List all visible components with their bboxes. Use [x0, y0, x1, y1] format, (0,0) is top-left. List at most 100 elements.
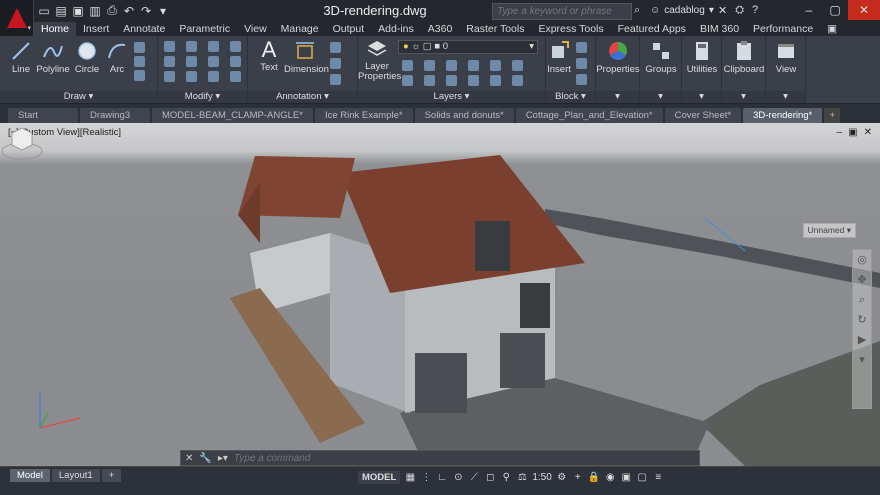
- edit-block-icon[interactable]: [576, 58, 587, 69]
- file-tab-drawing3[interactable]: Drawing3: [80, 108, 150, 123]
- layer-tool-icon[interactable]: [446, 60, 457, 71]
- tab-layout1[interactable]: Layout1: [51, 469, 100, 482]
- osnap-icon[interactable]: ◻: [484, 472, 496, 483]
- layer-tool-icon[interactable]: [490, 60, 501, 71]
- annotation-scale-icon[interactable]: ⚖: [516, 472, 528, 483]
- ortho-icon[interactable]: ∟: [436, 472, 448, 483]
- plot-icon[interactable]: ⎙: [106, 3, 118, 18]
- tab-a360[interactable]: A360: [421, 22, 460, 36]
- layer-tool-icon[interactable]: [490, 75, 501, 86]
- snap-icon[interactable]: ⋮: [420, 472, 432, 483]
- attribute-icon[interactable]: [576, 74, 587, 85]
- view-button[interactable]: View: [766, 40, 806, 75]
- fillet-icon[interactable]: [208, 56, 219, 67]
- customize-chevron-icon[interactable]: ▾: [157, 4, 169, 18]
- tab-insert[interactable]: Insert: [76, 22, 116, 36]
- groups-button[interactable]: Groups: [640, 40, 682, 75]
- customize-wrench-icon[interactable]: 🔧: [199, 453, 211, 464]
- dimension-button[interactable]: Dimension: [284, 40, 329, 75]
- mirror-icon[interactable]: [186, 56, 197, 67]
- workspace-gear-icon[interactable]: ⚙: [556, 472, 568, 483]
- utilities-expand[interactable]: ▾: [682, 91, 721, 103]
- clipboard-expand[interactable]: ▾: [722, 91, 765, 103]
- tab-performance[interactable]: Performance: [746, 22, 820, 36]
- minimize-button[interactable]: –: [796, 0, 822, 20]
- recent-commands-icon[interactable]: ▸▾: [218, 453, 228, 464]
- layer-dropdown[interactable]: ● ☼ ▢ ■ 0 ▾: [398, 40, 538, 54]
- explode-icon[interactable]: [230, 56, 241, 67]
- new-file-icon[interactable]: ▭: [38, 4, 50, 18]
- tab-view[interactable]: View: [237, 22, 274, 36]
- move-icon[interactable]: [164, 41, 175, 52]
- command-input[interactable]: [233, 452, 534, 464]
- rectangle-icon[interactable]: [134, 42, 145, 53]
- leader-icon[interactable]: [330, 42, 341, 53]
- tab-manage[interactable]: Manage: [274, 22, 326, 36]
- panel-title-modify[interactable]: Modify ▾: [158, 91, 247, 103]
- panel-title-layers[interactable]: Layers ▾: [358, 91, 545, 103]
- layer-tool-icon[interactable]: [424, 75, 435, 86]
- tab-annotate[interactable]: Annotate: [116, 22, 172, 36]
- panel-title-block[interactable]: Block ▾: [546, 91, 595, 103]
- close-button[interactable]: ✕: [848, 0, 880, 20]
- lock-ui-icon[interactable]: 🔒: [588, 472, 600, 483]
- tab-model[interactable]: Model: [10, 469, 50, 482]
- panel-title-annotation[interactable]: Annotation ▾: [248, 91, 357, 103]
- nav-extra-icon[interactable]: ▾: [853, 350, 871, 370]
- tab-add-ins[interactable]: Add-ins: [371, 22, 421, 36]
- markup-icon[interactable]: [330, 74, 341, 85]
- model-space-button[interactable]: MODEL: [358, 471, 401, 484]
- file-tab-solids[interactable]: Solids and donuts*: [414, 108, 514, 123]
- circle-button[interactable]: Circle: [72, 40, 102, 75]
- application-menu-button[interactable]: ▾: [0, 0, 34, 36]
- layer-properties-button[interactable]: Layer Properties: [358, 38, 401, 82]
- save-icon[interactable]: ▣: [72, 4, 84, 18]
- text-button[interactable]: A Text: [254, 38, 284, 74]
- maximize-button[interactable]: ▢: [822, 0, 848, 20]
- add-layout-button[interactable]: +: [101, 469, 122, 482]
- showmotion-icon[interactable]: ▶: [853, 330, 871, 350]
- user-signin[interactable]: ☺ cadablog ▾: [650, 5, 714, 16]
- customize-status-icon[interactable]: ≡: [652, 472, 664, 483]
- open-folder-icon[interactable]: ▤: [55, 4, 67, 18]
- ribbon-toggle-icon[interactable]: ▣: [820, 22, 844, 36]
- tab-express-tools[interactable]: Express Tools: [531, 22, 610, 36]
- create-block-icon[interactable]: [576, 42, 587, 53]
- ellipse-icon[interactable]: [134, 70, 145, 81]
- ucs-menu[interactable]: Unnamed ▾: [802, 223, 856, 238]
- groups-expand[interactable]: ▾: [640, 91, 681, 103]
- file-tab-cottage[interactable]: Cottage_Plan_and_Elevation*: [515, 108, 663, 123]
- layer-tool-icon[interactable]: [446, 75, 457, 86]
- tab-bim-360[interactable]: BIM 360: [693, 22, 746, 36]
- pan-icon[interactable]: ✥: [853, 270, 871, 290]
- save-as-icon[interactable]: ▥: [89, 4, 101, 18]
- file-tab-cover-sheet[interactable]: Cover Sheet*: [664, 108, 742, 123]
- properties-expand[interactable]: ▾: [596, 91, 639, 103]
- exchange-apps-icon[interactable]: ✕: [718, 4, 727, 17]
- polyline-button[interactable]: Polyline: [34, 40, 72, 75]
- polar-icon[interactable]: ⊙: [452, 472, 464, 483]
- file-tab-ice-rink[interactable]: Ice Rink Example*: [314, 108, 413, 123]
- layer-tool-icon[interactable]: [402, 60, 413, 71]
- add-icon[interactable]: +: [572, 472, 584, 483]
- grid-icon[interactable]: ▦: [404, 472, 416, 483]
- hardware-acceleration-icon[interactable]: ▣: [620, 472, 632, 483]
- new-tab-button[interactable]: +: [824, 108, 841, 123]
- orbit-icon[interactable]: ↻: [853, 310, 871, 330]
- line-button[interactable]: Line: [6, 40, 36, 75]
- tab-featured-apps[interactable]: Featured Apps: [611, 22, 693, 36]
- viewport-restore-icon[interactable]: ▣: [848, 127, 857, 138]
- panel-title-draw[interactable]: Draw ▾: [0, 91, 157, 103]
- undo-icon[interactable]: ↶: [123, 4, 135, 18]
- offset-icon[interactable]: [230, 71, 241, 82]
- stay-connected-icon[interactable]: ⛭: [735, 4, 744, 17]
- table-icon[interactable]: [330, 58, 341, 69]
- zoom-icon[interactable]: ⌕: [853, 290, 871, 310]
- layer-tool-icon[interactable]: [424, 60, 435, 71]
- stretch-icon[interactable]: [164, 71, 175, 82]
- clean-screen-icon[interactable]: ▢: [636, 472, 648, 483]
- file-tab-model-beam[interactable]: MODEL-BEAM_CLAMP-ANGLE*: [152, 108, 313, 123]
- drawing-viewport[interactable]: [−][Custom View][Realistic] – ▣ ✕ Unname…: [0, 123, 880, 466]
- tab-output[interactable]: Output: [326, 22, 372, 36]
- viewport-close-icon[interactable]: ✕: [864, 127, 872, 138]
